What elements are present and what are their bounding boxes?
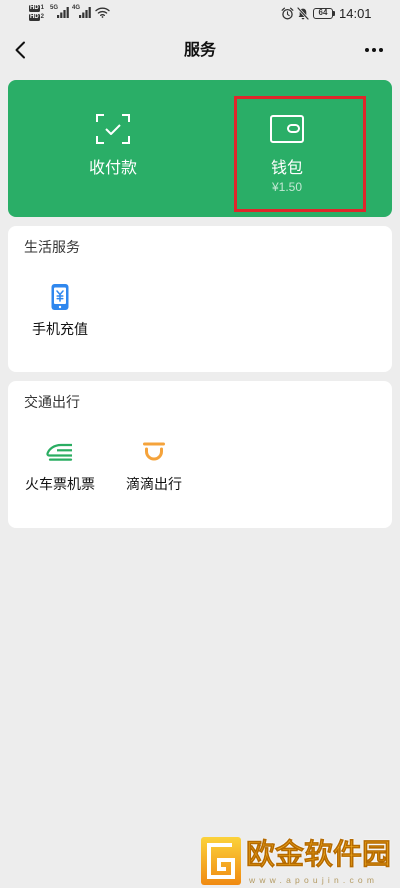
alarm-icon bbox=[281, 7, 294, 20]
page-title: 服务 bbox=[183, 40, 216, 59]
wifi-icon bbox=[95, 7, 110, 18]
service-item-label: 火车票机票 bbox=[25, 477, 95, 493]
section-title: 交通出行 bbox=[24, 395, 80, 411]
hd-badge-label: HD bbox=[29, 4, 40, 12]
wallet-icon-wrap bbox=[217, 113, 357, 145]
status-bar: HD 1 HD 2 5G 4G 64 14:01 bbox=[0, 0, 400, 28]
signal-icon bbox=[57, 7, 69, 18]
hd-badge-label: HD bbox=[29, 13, 40, 21]
service-item-label: 滴滴出行 bbox=[126, 477, 182, 493]
sim-1-hd-badge: HD 1 bbox=[29, 4, 44, 12]
battery-icon: 64 bbox=[313, 8, 333, 19]
life-services-section: 生活服务 手机充值 bbox=[8, 226, 392, 372]
wallet-label: 钱包 bbox=[270, 158, 303, 177]
pay-receive-button[interactable]: 收付款 bbox=[43, 80, 183, 217]
sim-slot-number: 2 bbox=[40, 13, 45, 20]
train-icon bbox=[46, 443, 73, 461]
service-item-mobile-recharge[interactable]: 手机充值 bbox=[13, 276, 107, 350]
service-item-train-flight-tickets[interactable]: 火车票机票 bbox=[13, 431, 107, 505]
pay-receive-label: 收付款 bbox=[88, 158, 137, 177]
back-button[interactable] bbox=[8, 36, 32, 64]
more-button[interactable] bbox=[360, 38, 388, 62]
service-icon-wrap bbox=[13, 282, 107, 312]
signal-icon bbox=[79, 7, 91, 18]
wallet-balance: ¥1.50 bbox=[271, 180, 303, 194]
more-icon bbox=[365, 48, 383, 52]
sim-slot-number: 1 bbox=[40, 4, 45, 11]
battery-level: 64 bbox=[318, 8, 328, 17]
scan-check-icon bbox=[96, 114, 130, 144]
didi-icon bbox=[143, 442, 165, 461]
sim-2-hd-badge: HD 2 bbox=[29, 13, 44, 21]
watermark-logo-icon bbox=[201, 837, 241, 885]
mute-icon bbox=[297, 7, 309, 20]
phone-recharge-icon bbox=[51, 284, 69, 310]
wallet-icon bbox=[270, 115, 304, 143]
pay-card: 收付款 钱包 ¥1.50 bbox=[8, 80, 392, 217]
transport-section: 交通出行 火车票机票 滴滴出行 bbox=[8, 381, 392, 528]
service-icon-wrap bbox=[13, 437, 107, 467]
pay-receive-icon-wrap bbox=[43, 113, 183, 145]
battery-tip bbox=[333, 11, 335, 16]
service-icon-wrap bbox=[107, 437, 201, 467]
wallet-button[interactable]: 钱包 ¥1.50 bbox=[217, 80, 357, 217]
watermark-url: www.apoujin.com bbox=[249, 875, 379, 885]
service-item-didi[interactable]: 滴滴出行 bbox=[107, 431, 201, 505]
status-time: 14:01 bbox=[339, 6, 372, 21]
back-icon bbox=[15, 41, 25, 59]
watermark-text: 欧金软件园 bbox=[246, 837, 392, 872]
section-title: 生活服务 bbox=[24, 240, 80, 256]
service-item-label: 手机充值 bbox=[32, 322, 88, 338]
